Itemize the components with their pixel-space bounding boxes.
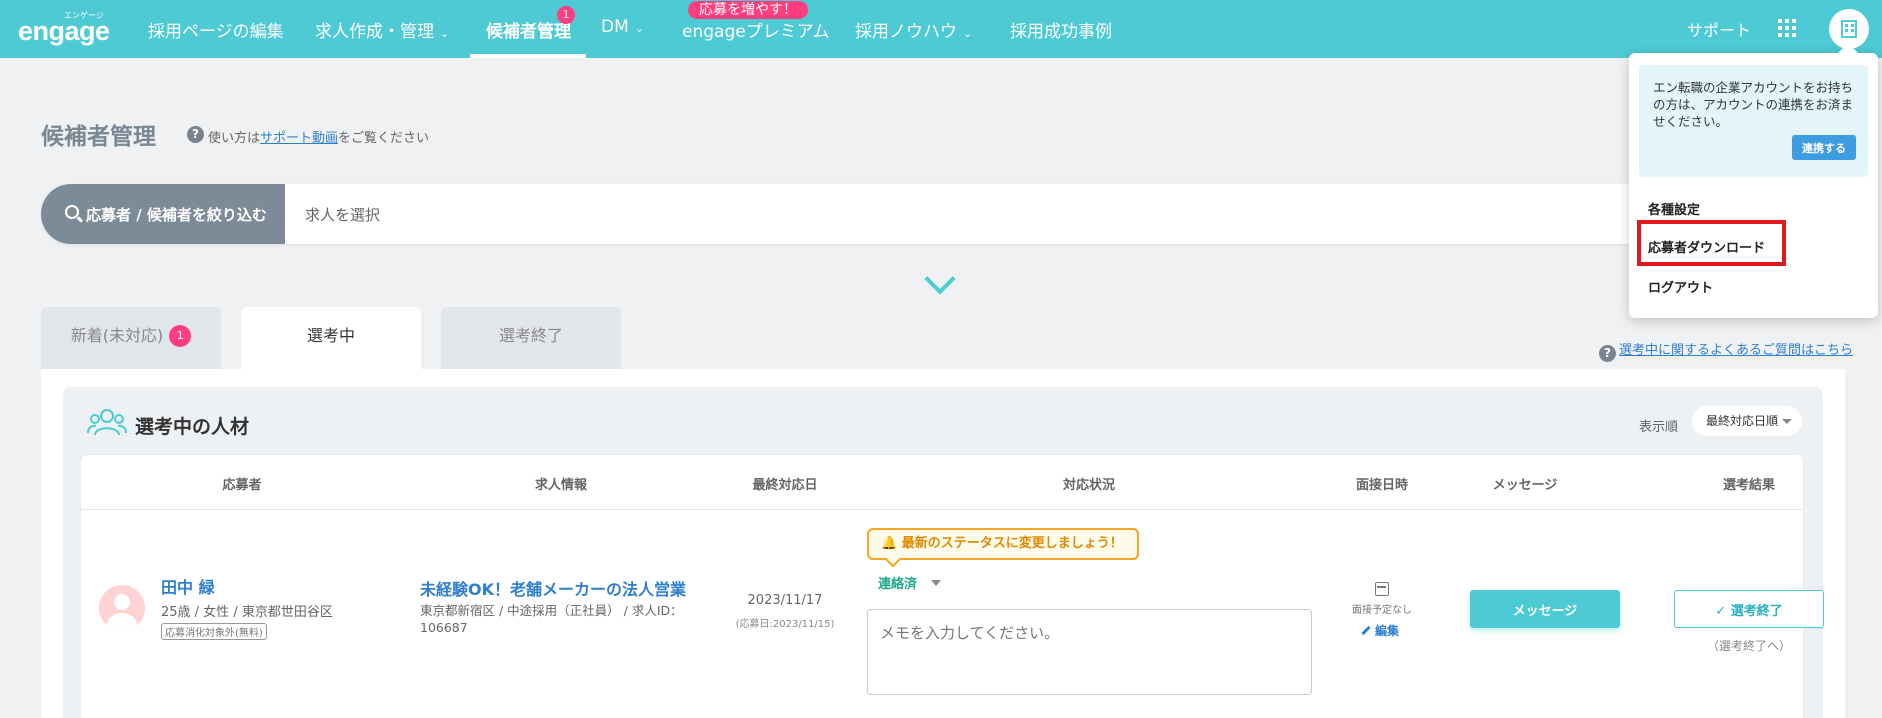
menu-item-applicant-download[interactable]: 応募者ダウンロード: [1648, 237, 1765, 256]
interview-status: 面接予定なし: [1352, 605, 1412, 616]
column-header: 応募者: [222, 478, 262, 493]
tab-selection-finished[interactable]: 選考終了: [441, 307, 621, 369]
nav-recruit-page-edit[interactable]: 採用ページの編集: [148, 17, 284, 42]
in-selection-section: 選考中の人材 表示順 最終対応日順 応募者 求人情報 最終対応日 対応状況 面接…: [63, 387, 1824, 718]
caret-down-icon: [931, 580, 942, 586]
nav-job-management[interactable]: 求人作成・管理 ⌄: [315, 17, 449, 42]
nav-support[interactable]: サポート: [1687, 17, 1751, 41]
nav-recruit-knowhow[interactable]: 採用ノウハウ ⌄: [855, 17, 972, 42]
pencil-icon: [1361, 625, 1371, 636]
column-header: 求人情報: [534, 478, 588, 493]
message-button[interactable]: メッセージ: [1470, 590, 1620, 628]
help-text: 使い方はサポート動画をご覧ください: [208, 127, 429, 146]
finish-selection-note: （選考終了へ）: [1706, 639, 1792, 653]
chevron-down-icon: ⌄: [440, 27, 450, 40]
nav-label: 採用成功事例: [1010, 22, 1112, 42]
nav-label: 求人作成・管理: [315, 22, 434, 42]
status-select[interactable]: 連絡済: [878, 573, 942, 592]
bell-icon: 🔔: [881, 536, 898, 551]
last-action-date: 2023/11/17: [747, 593, 823, 608]
job-title-link[interactable]: 未経験OK！老舗メーカーの法人営業: [420, 576, 686, 600]
menu-item-logout[interactable]: ログアウト: [1648, 277, 1713, 296]
filter-candidates-button[interactable]: 応募者 / 候補者を絞り込む: [41, 184, 285, 244]
nav-active-indicator: [470, 54, 586, 58]
candidate-meta: 25歳 / 女性 / 東京都世田谷区: [161, 605, 333, 620]
faq-row: ? 選考中に関するよくあるご質問はこちら: [1599, 339, 1853, 362]
candidate-name-link[interactable]: 田中 緑: [161, 574, 215, 598]
filter-bar: 応募者 / 候補者を絞り込む 求人を選択: [41, 184, 1661, 244]
nav-success-cases[interactable]: 採用成功事例: [1010, 17, 1112, 42]
menu-item-settings[interactable]: 各種設定: [1648, 199, 1700, 218]
page-title: 候補者管理: [41, 124, 156, 150]
tab-label: 選考終了: [498, 326, 563, 345]
column-header: 選考結果: [1722, 478, 1776, 493]
nav-label: 採用ノウハウ: [855, 22, 957, 42]
section-title: 選考中の人材: [135, 416, 250, 438]
status-tooltip: 🔔 最新のステータスに変更しましょう！: [867, 528, 1139, 560]
candidates-table: 応募者 求人情報 最終対応日 対応状況 面接日時 メッセージ 選考結果 田中 緑…: [81, 455, 1824, 718]
notice-text: エン転職の企業アカウントをお持ちの方は、アカウントの連携をお済ませください。: [1653, 80, 1854, 129]
edit-interview-link[interactable]: 編集: [1361, 622, 1399, 639]
chevron-down-icon: ⌄: [634, 22, 644, 35]
memo-input[interactable]: [867, 609, 1312, 695]
app-grid-icon[interactable]: [1778, 19, 1796, 37]
sort-label: 表示順: [1639, 420, 1679, 435]
search-icon: [65, 205, 79, 219]
sort-select[interactable]: 最終対応日順: [1692, 406, 1802, 436]
job-select[interactable]: 求人を選択: [305, 204, 380, 225]
nav-label: engageプレミアム: [682, 22, 830, 42]
status-tooltip-text: 最新のステータスに変更しましょう！: [901, 536, 1123, 551]
tab-label: 選考中: [306, 326, 355, 345]
applied-date: (応募日:2023/11/15): [735, 619, 835, 630]
nav-notification-badge: 1: [557, 6, 575, 24]
people-icon: [87, 409, 127, 436]
column-header: メッセージ: [1492, 478, 1558, 493]
avatar: [99, 585, 145, 631]
tab-new-unhandled[interactable]: 新着(未対応) 1: [41, 307, 221, 369]
filter-button-label: 応募者 / 候補者を絞り込む: [86, 206, 267, 224]
nav-label: 採用ページの編集: [148, 22, 284, 42]
header-divider: [81, 509, 1803, 510]
column-header: 面接日時: [1355, 478, 1409, 493]
nav-premium[interactable]: engageプレミアム: [682, 17, 830, 42]
help-icon: ?: [1599, 345, 1616, 362]
status-value: 連絡済: [878, 577, 918, 592]
top-nav: エンゲージ engage 採用ページの編集 求人作成・管理 ⌄ 候補者管理 1 D…: [0, 0, 1882, 58]
column-header: 対応状況: [1062, 478, 1116, 493]
tab-label: 新着(未対応): [70, 326, 164, 345]
tab-in-selection[interactable]: 選考中: [241, 307, 421, 369]
tab-badge: 1: [169, 325, 192, 347]
nav-label: DM: [601, 17, 629, 37]
job-meta: 東京都新宿区 / 中途採用（正社員） / 求人ID：106687: [420, 603, 683, 635]
expand-chevron-icon[interactable]: [924, 263, 956, 295]
calendar-icon: [1375, 582, 1389, 596]
edit-label: 編集: [1375, 624, 1400, 638]
logo-text: engage: [18, 16, 110, 46]
help-suffix: をご覧ください: [338, 131, 430, 146]
help-icon: ?: [187, 126, 204, 143]
nav-label: 候補者管理: [486, 22, 571, 42]
caret-down-icon: [1782, 419, 1792, 424]
finish-selection-button[interactable]: ✓ 選考終了: [1674, 590, 1824, 628]
link-account-button[interactable]: 連携する: [1792, 135, 1856, 160]
account-dropdown: エン転職の企業アカウントをお持ちの方は、アカウントの連携をお済ませください。 連…: [1629, 53, 1878, 318]
support-video-link[interactable]: サポート動画: [260, 131, 338, 146]
building-icon: [1841, 20, 1857, 38]
sort-value: 最終対応日順: [1706, 414, 1779, 428]
account-menu-button[interactable]: [1829, 9, 1869, 49]
candidate-tag: 応募消化対象外(無料): [161, 623, 267, 640]
faq-link[interactable]: 選考中に関するよくあるご質問はこちら: [1619, 343, 1853, 358]
account-link-notice: エン転職の企業アカウントをお持ちの方は、アカウントの連携をお済ませください。 連…: [1639, 65, 1868, 177]
help-prefix: 使い方は: [208, 131, 261, 146]
chevron-down-icon: ⌄: [963, 27, 973, 40]
nav-dm[interactable]: DM ⌄: [601, 17, 644, 37]
main-panel: 選考中の人材 表示順 最終対応日順 応募者 求人情報 最終対応日 対応状況 面接…: [41, 369, 1845, 718]
column-header: 最終対応日: [752, 478, 818, 493]
